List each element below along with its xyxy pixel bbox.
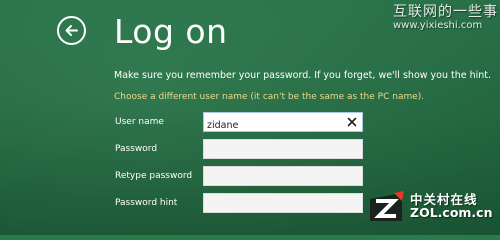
zol-logo-icon — [370, 191, 404, 221]
retype-password-label: Retype password — [115, 171, 193, 181]
password-input[interactable] — [204, 143, 337, 162]
username-field-box — [203, 112, 363, 135]
watermark: 互联网的一些事 www.yixieshi.com — [393, 4, 498, 32]
username-label: User name — [115, 117, 164, 127]
password-field-box — [203, 139, 363, 162]
back-arrow-icon — [65, 25, 78, 36]
password-hint-input[interactable] — [204, 197, 337, 216]
instruction-text: Make sure you remember your password. If… — [114, 70, 492, 81]
close-icon[interactable] — [346, 116, 358, 128]
logo-url: ZOL.com.cn — [410, 205, 493, 220]
password-hint-field-box — [203, 193, 363, 216]
page-title: Log on — [114, 12, 228, 51]
retype-password-input[interactable] — [204, 170, 337, 189]
password-hint-label: Password hint — [115, 198, 178, 208]
retype-password-field-box — [203, 166, 363, 189]
watermark-url: www.yixieshi.com — [393, 20, 483, 31]
password-label: Password — [115, 144, 158, 154]
username-hint-text: Choose a different user name (it can't b… — [114, 92, 425, 102]
back-button[interactable] — [57, 16, 86, 45]
zol-logo: 中关村在线 ZOL.com.cn — [366, 183, 500, 235]
watermark-cn: 互联网的一些事 — [393, 4, 498, 20]
username-input[interactable] — [204, 116, 337, 135]
